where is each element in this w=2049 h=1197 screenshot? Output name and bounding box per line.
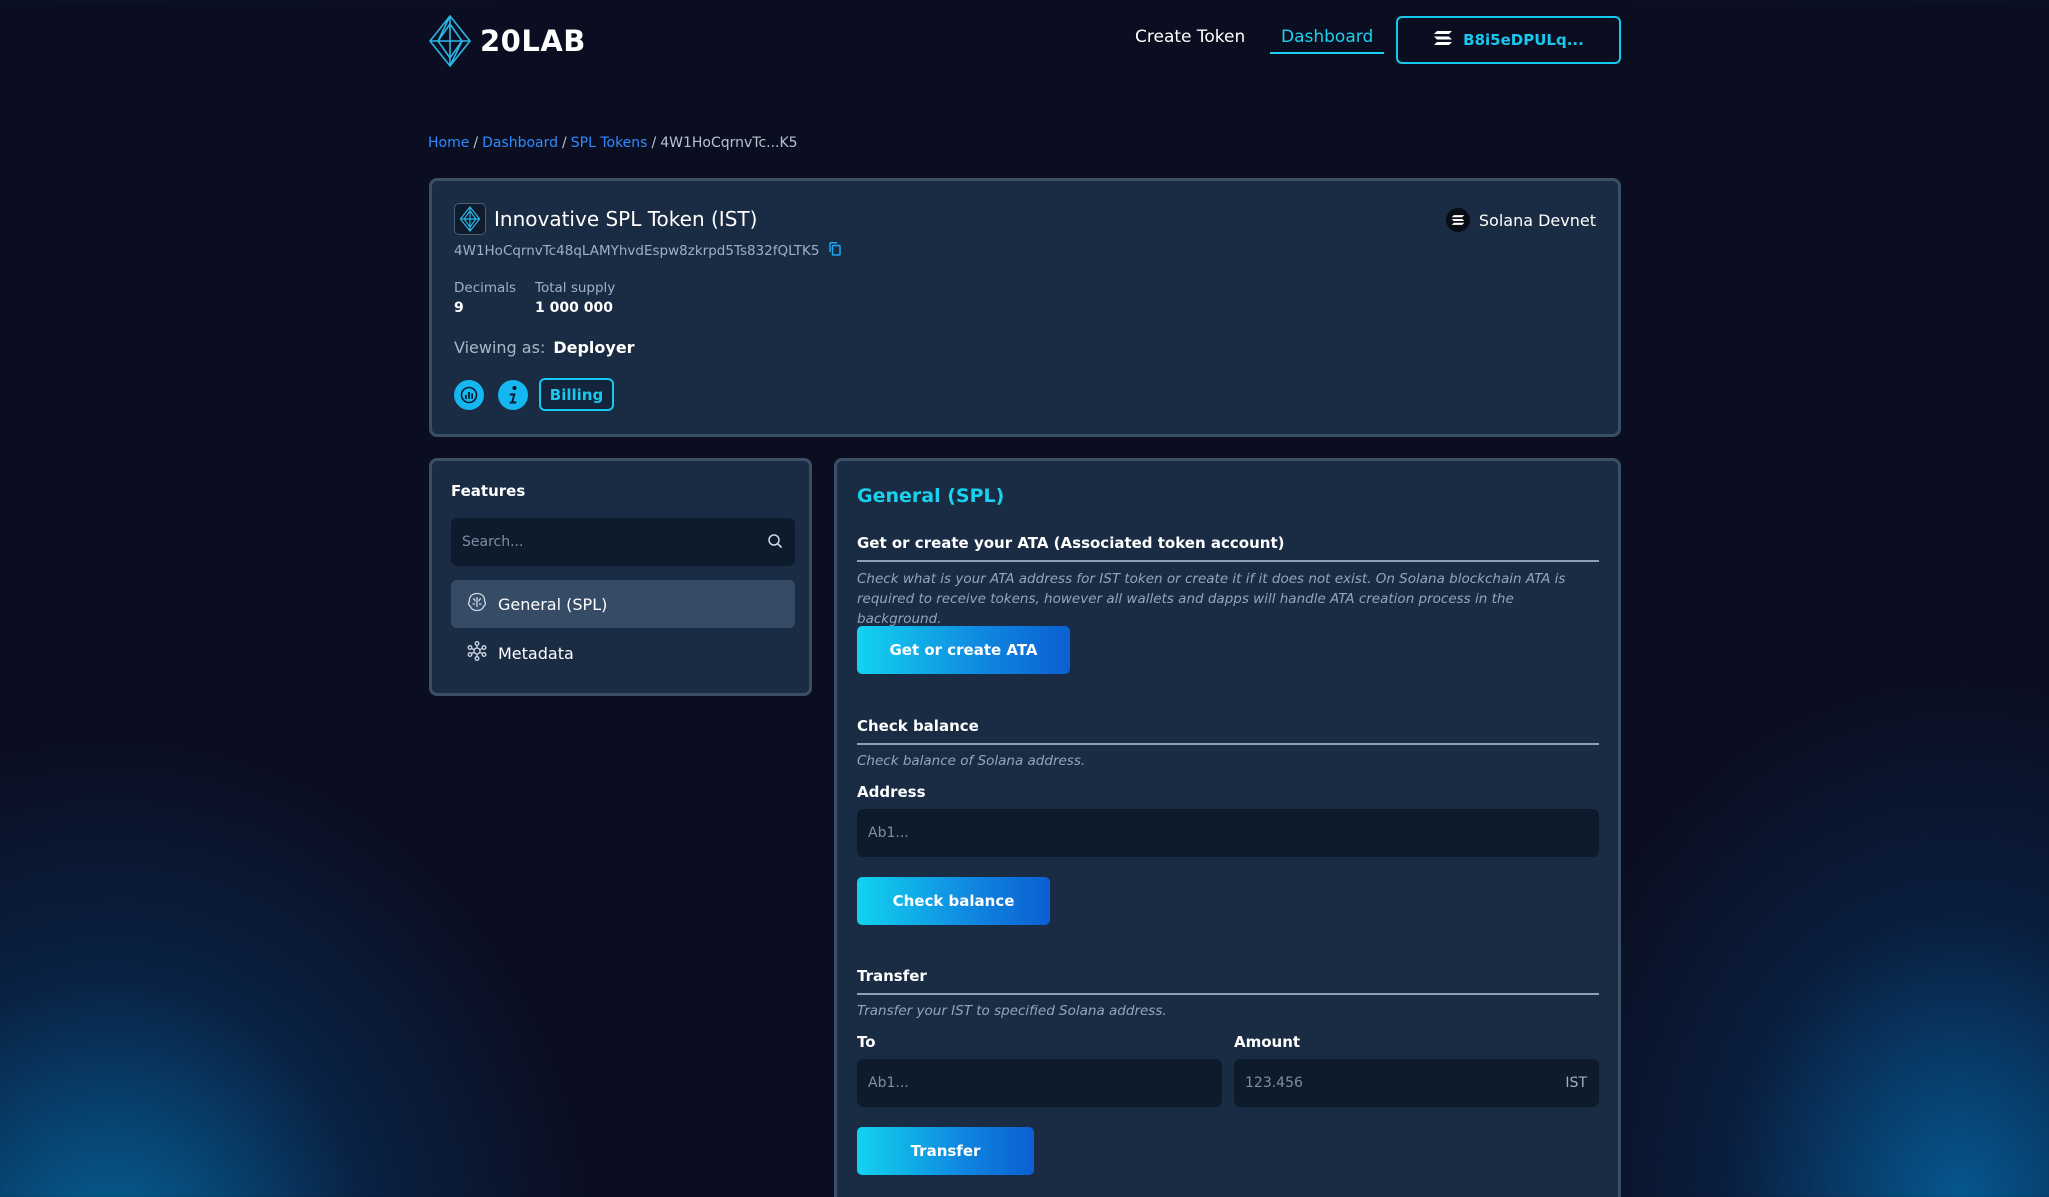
supply-stat: Total supply 1 000 000	[535, 280, 615, 316]
decimals-stat: Decimals 9	[454, 280, 516, 316]
breadcrumb-current: 4W1HoCqrnvTc...K5	[660, 135, 798, 151]
breadcrumb-separator: /	[651, 135, 657, 151]
to-label: To	[857, 1033, 876, 1051]
feature-item-general[interactable]: General (SPL)	[451, 580, 795, 628]
transfer-heading: Transfer	[857, 967, 1599, 995]
info-icon[interactable]	[498, 380, 528, 410]
ata-description: Check what is your ATA address for IST t…	[857, 571, 1566, 627]
amount-input[interactable]	[1234, 1059, 1566, 1107]
get-or-create-ata-button[interactable]: Get or create ATA	[857, 626, 1070, 674]
to-input[interactable]	[857, 1059, 1222, 1107]
breadcrumb-spl-tokens[interactable]: SPL Tokens	[571, 135, 648, 151]
transfer-description: Transfer your IST to specified Solana ad…	[857, 1003, 1167, 1019]
token-card: Innovative SPL Token (IST) 4W1HoCqrnvTc4…	[429, 178, 1621, 437]
search-icon[interactable]	[767, 533, 783, 553]
to-field	[857, 1059, 1222, 1107]
wallet-button[interactable]: B8i5eDPULq...	[1396, 16, 1621, 64]
ata-heading: Get or create your ATA (Associated token…	[857, 534, 1599, 562]
decimals-value: 9	[454, 300, 464, 316]
solana-icon	[1433, 30, 1453, 50]
features-search	[451, 518, 795, 566]
nav-dashboard[interactable]: Dashboard	[1270, 27, 1385, 54]
check-balance-button[interactable]: Check balance	[857, 877, 1050, 925]
breadcrumb-separator: /	[473, 135, 479, 151]
supply-value: 1 000 000	[535, 300, 613, 316]
logo[interactable]: 20LAB	[428, 14, 586, 68]
token-name: Innovative SPL Token (IST)	[494, 207, 758, 231]
token-address-row: 4W1HoCqrnvTc48qLAMYhvdEspw8zkrpd5Ts832fQ…	[454, 241, 842, 260]
logo-diamond-icon	[428, 14, 472, 68]
section-title: General (SPL)	[857, 485, 1005, 507]
address-input[interactable]	[857, 809, 1599, 857]
breadcrumb: Home / Dashboard / SPL Tokens/4W1HoCqrnvTc..…	[428, 135, 798, 151]
chart-icon[interactable]	[454, 380, 484, 410]
amount-label: Amount	[1234, 1033, 1301, 1051]
network-name: Solana Devnet	[1478, 210, 1596, 230]
features-panel: Features General (SPL)	[429, 458, 812, 696]
balance-description: Check balance of Solana address.	[857, 753, 1086, 769]
network-badge: Solana Devnet	[1445, 208, 1596, 232]
copy-icon[interactable]	[829, 241, 842, 260]
amount-field: IST	[1234, 1059, 1599, 1107]
breadcrumb-dashboard[interactable]: Dashboard	[482, 135, 558, 151]
billing-button[interactable]: Billing	[539, 378, 614, 411]
amount-suffix: IST	[1565, 1075, 1587, 1091]
address-label: Address	[857, 783, 926, 801]
features-title: Features	[451, 482, 526, 500]
logo-text: 20LAB	[480, 24, 586, 58]
nav-create-token[interactable]: Create Token	[1135, 27, 1245, 47]
breadcrumb-separator: /	[562, 135, 567, 151]
transfer-button[interactable]: Transfer	[857, 1127, 1034, 1175]
viewing-as: Viewing as: Deployer	[454, 338, 635, 357]
address-field	[857, 809, 1599, 857]
viewing-role: Deployer	[553, 338, 635, 357]
main-panel: General (SPL) Get or create your ATA (As…	[834, 458, 1621, 1197]
balance-heading: Check balance	[857, 717, 1599, 745]
supply-label: Total supply	[535, 280, 616, 296]
feature-item-label: Metadata	[498, 643, 574, 663]
token-logo-icon	[454, 203, 486, 235]
nodes-icon	[466, 640, 488, 666]
token-address: 4W1HoCqrnvTc48qLAMYhvdEspw8zkrpd5Ts832fQ…	[454, 243, 820, 259]
wallet-address: B8i5eDPULq...	[1463, 31, 1584, 49]
brain-icon	[466, 591, 488, 617]
viewing-label: Viewing as:	[454, 338, 546, 357]
features-search-input[interactable]	[451, 518, 795, 566]
feature-item-metadata[interactable]: Metadata	[451, 629, 795, 677]
solana-icon	[1445, 208, 1470, 232]
feature-item-label: General (SPL)	[498, 594, 608, 614]
decimals-label: Decimals	[454, 280, 517, 296]
breadcrumb-home[interactable]: Home	[428, 135, 469, 151]
